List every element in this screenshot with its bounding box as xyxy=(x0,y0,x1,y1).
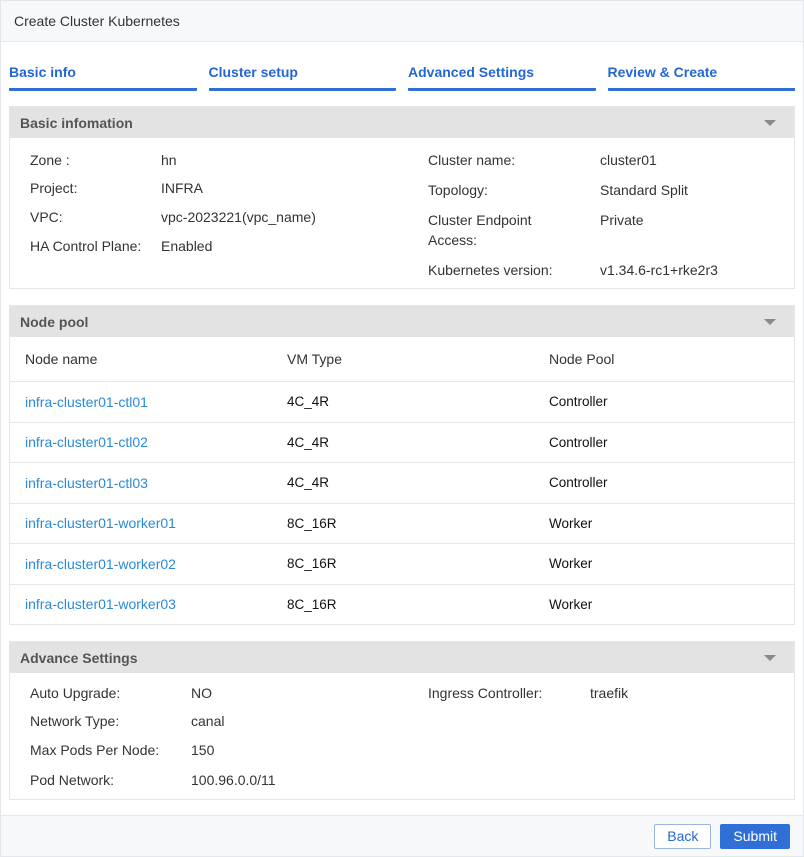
step-label: Basic info xyxy=(9,64,76,80)
step-label: Cluster setup xyxy=(208,64,298,80)
ha-control-plane-row: HA Control Plane: Enabled xyxy=(30,236,212,256)
vm-type-cell: 4C_4R xyxy=(287,475,330,491)
node-pool-cell: Controller xyxy=(549,434,608,450)
vpc-row: VPC: vpc-2023221(vpc_name) xyxy=(30,207,316,227)
create-cluster-dialog: Create Cluster Kubernetes Basic info Clu… xyxy=(0,0,804,857)
node-name-link[interactable]: infra-cluster01-ctl02 xyxy=(25,434,287,450)
dialog-footer: Back Submit xyxy=(1,815,803,856)
panel-title: Node pool xyxy=(20,313,89,330)
topology-label: Topology: xyxy=(428,182,488,198)
ingress-controller-row: Ingress Controller: traefik xyxy=(428,683,628,703)
vpc-label: VPC: xyxy=(30,209,63,225)
vm-type-cell: 4C_4R xyxy=(287,434,330,450)
node-pool-cell: Controller xyxy=(549,475,608,491)
basic-information-panel: Basic infomation Zone : hn Project: INFR… xyxy=(9,106,795,289)
zone-label: Zone : xyxy=(30,152,70,168)
network-type-value: canal xyxy=(191,713,225,729)
vm-type-cell: 8C_16R xyxy=(287,515,337,531)
node-name-link[interactable]: infra-cluster01-ctl01 xyxy=(25,394,287,410)
topology-value: Standard Split xyxy=(600,182,688,198)
wizard-steps: Basic info Cluster setup Advanced Settin… xyxy=(1,64,803,91)
node-table: Node name VM Type Node Pool infra-cluste… xyxy=(10,337,794,624)
auto-upgrade-label: Auto Upgrade: xyxy=(30,685,121,701)
caret-down-icon[interactable] xyxy=(764,119,776,126)
node-pool-cell: Controller xyxy=(549,394,608,410)
column-header-node-pool: Node Pool xyxy=(549,351,615,367)
node-name-link[interactable]: infra-cluster01-ctl03 xyxy=(25,475,287,491)
zone-row: Zone : hn xyxy=(30,150,177,170)
table-row: infra-cluster01-ctl03 4C_4R Controller xyxy=(10,462,794,503)
max-pods-row: Max Pods Per Node: 150 xyxy=(30,740,214,760)
auto-upgrade-value: NO xyxy=(191,685,212,701)
pod-network-label: Pod Network: xyxy=(30,772,115,788)
ha-control-plane-label: HA Control Plane: xyxy=(30,238,142,254)
topology-row: Topology: Standard Split xyxy=(428,180,688,200)
table-row: infra-cluster01-ctl02 4C_4R Controller xyxy=(10,421,794,463)
vm-type-cell: 4C_4R xyxy=(287,394,330,410)
submit-button[interactable]: Submit xyxy=(720,823,790,849)
cluster-name-label: Cluster name: xyxy=(428,152,516,168)
pod-network-value: 100.96.0.0/11 xyxy=(191,772,276,788)
basic-information-header[interactable]: Basic infomation xyxy=(10,107,794,138)
cluster-endpoint-label-line2: Access: xyxy=(428,232,478,248)
step-basic-info[interactable]: Basic info xyxy=(9,64,197,91)
step-cluster-setup[interactable]: Cluster setup xyxy=(208,64,396,91)
dialog-titlebar: Create Cluster Kubernetes xyxy=(1,1,803,42)
node-pool-header[interactable]: Node pool xyxy=(10,306,794,337)
table-row: infra-cluster01-worker02 8C_16R Worker xyxy=(10,543,794,584)
caret-down-icon[interactable] xyxy=(764,654,776,661)
caret-down-icon[interactable] xyxy=(764,318,776,325)
pod-network-row: Pod Network: 100.96.0.0/11 xyxy=(30,770,276,790)
kubernetes-version-label: Kubernetes version: xyxy=(428,262,553,278)
cluster-endpoint-value: Private xyxy=(600,212,644,228)
node-table-header: Node name VM Type Node Pool xyxy=(10,337,794,381)
node-pool-cell: Worker xyxy=(549,556,593,572)
cluster-name-row: Cluster name: cluster01 xyxy=(428,150,657,170)
max-pods-label: Max Pods Per Node: xyxy=(30,742,160,758)
advance-settings-panel: Advance Settings Auto Upgrade: NO Networ… xyxy=(9,641,795,800)
node-pool-panel: Node pool Node name VM Type Node Pool in… xyxy=(9,305,795,625)
node-name-link[interactable]: infra-cluster01-worker02 xyxy=(25,556,287,572)
vm-type-cell: 8C_16R xyxy=(287,596,337,612)
ingress-controller-label: Ingress Controller: xyxy=(428,685,543,701)
column-header-vm-type: VM Type xyxy=(287,351,342,367)
kubernetes-version-value: v1.34.6-rc1+rke2r3 xyxy=(600,262,718,278)
advance-settings-header[interactable]: Advance Settings xyxy=(10,642,794,673)
network-type-row: Network Type: canal xyxy=(30,711,224,731)
cluster-endpoint-row: Cluster Endpoint Access: Private xyxy=(428,210,644,250)
project-row: Project: INFRA xyxy=(30,178,203,198)
cluster-endpoint-label-line1: Cluster Endpoint xyxy=(428,212,532,228)
step-label: Review & Create xyxy=(607,64,718,80)
table-row: infra-cluster01-ctl01 4C_4R Controller xyxy=(10,381,794,422)
cluster-name-value: cluster01 xyxy=(600,152,657,168)
step-review-create[interactable]: Review & Create xyxy=(607,64,795,91)
dialog-title: Create Cluster Kubernetes xyxy=(14,13,180,29)
kubernetes-version-row: Kubernetes version: v1.34.6-rc1+rke2r3 xyxy=(428,260,718,280)
step-label: Advanced Settings xyxy=(408,64,535,80)
node-pool-cell: Worker xyxy=(549,515,593,531)
ha-control-plane-value: Enabled xyxy=(161,238,213,254)
node-name-link[interactable]: infra-cluster01-worker03 xyxy=(25,596,287,612)
cluster-endpoint-label: Cluster Endpoint Access: xyxy=(428,210,600,250)
project-value: INFRA xyxy=(161,180,203,196)
back-button[interactable]: Back xyxy=(654,823,712,849)
panel-title: Advance Settings xyxy=(20,649,138,666)
column-header-node-name: Node name xyxy=(25,351,98,367)
table-row: infra-cluster01-worker01 8C_16R Worker xyxy=(10,502,794,544)
node-pool-cell: Worker xyxy=(549,596,593,612)
node-name-link[interactable]: infra-cluster01-worker01 xyxy=(25,515,287,531)
vm-type-cell: 8C_16R xyxy=(287,556,337,572)
table-row: infra-cluster01-worker03 8C_16R Worker xyxy=(10,583,794,625)
vpc-value: vpc-2023221(vpc_name) xyxy=(161,209,316,225)
panel-title: Basic infomation xyxy=(20,114,133,131)
zone-value: hn xyxy=(161,152,177,168)
auto-upgrade-row: Auto Upgrade: NO xyxy=(30,683,212,703)
step-advanced-settings[interactable]: Advanced Settings xyxy=(408,64,596,91)
project-label: Project: xyxy=(30,180,78,196)
ingress-controller-value: traefik xyxy=(590,685,629,701)
network-type-label: Network Type: xyxy=(30,713,120,729)
max-pods-value: 150 xyxy=(191,742,215,758)
